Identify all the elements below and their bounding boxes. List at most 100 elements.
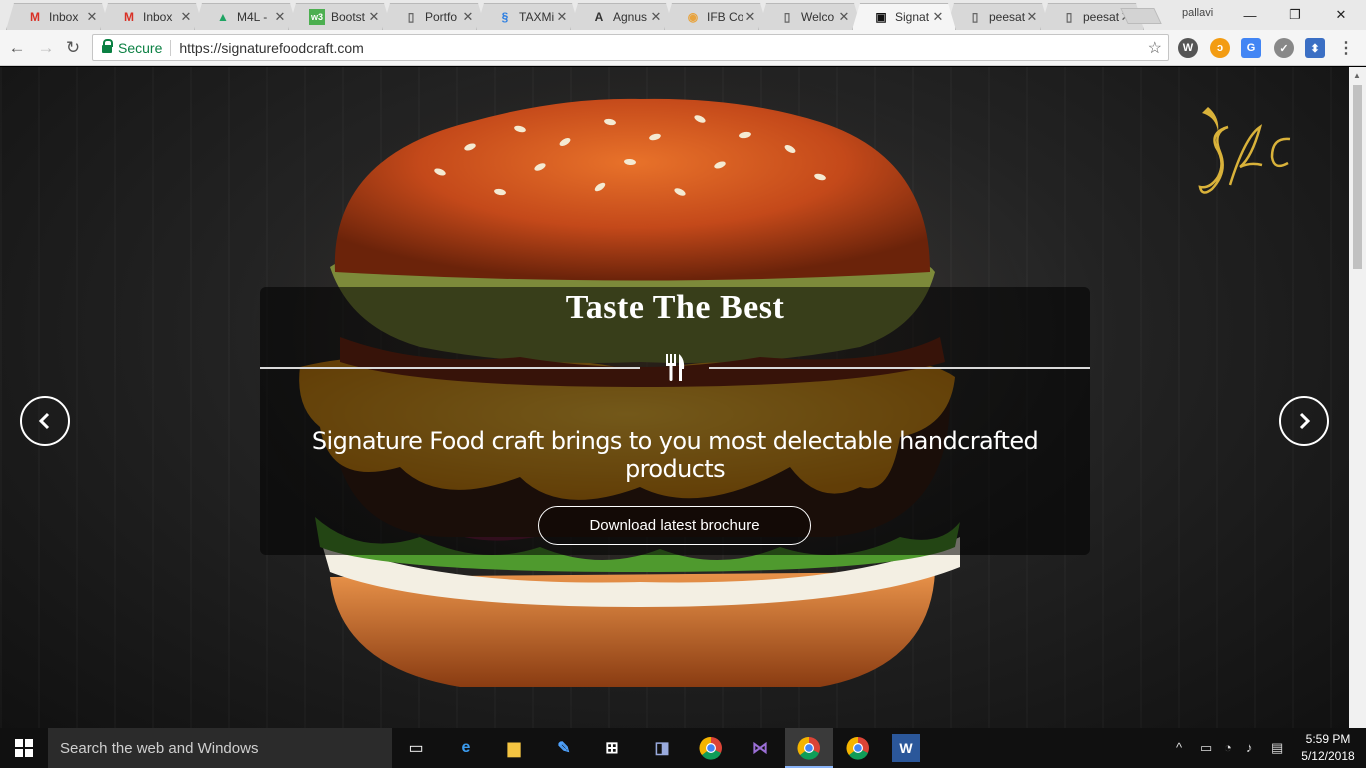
taskbar-search-box[interactable]: Search the web and Windows — [48, 728, 392, 768]
tab-close-icon[interactable]: ✕ — [85, 9, 99, 25]
lock-icon — [102, 39, 113, 53]
bookmark-star-icon[interactable]: ☆ — [1148, 38, 1162, 58]
tray-overflow-icon[interactable]: ^ — [1176, 740, 1182, 755]
carousel-prev-button[interactable] — [20, 396, 70, 446]
download-brochure-button[interactable]: Download latest brochure — [538, 506, 811, 545]
store-icon[interactable]: ⊞ — [598, 734, 626, 762]
windows-logo-icon — [15, 739, 33, 757]
tab-close-icon[interactable]: ✕ — [743, 9, 757, 25]
gmail-icon: M — [30, 10, 40, 24]
back-arrow-icon[interactable]: ← — [6, 37, 28, 59]
document-icon: ▯ — [971, 10, 979, 24]
sfc-logo[interactable] — [1190, 97, 1300, 207]
scrollbar-thumb[interactable] — [1353, 85, 1362, 269]
file-explorer-icon[interactable]: ▆ — [500, 734, 528, 762]
google-drive-icon: ▲ — [217, 10, 229, 24]
address-bar[interactable]: Secure https://signaturefoodcraft.com ☆ — [92, 34, 1169, 61]
gmail-icon: M — [124, 10, 134, 24]
tab-title: Signat — [895, 10, 930, 24]
fork-knife-icon — [666, 354, 685, 381]
tab-close-icon[interactable]: ✕ — [837, 9, 851, 25]
browser-tab[interactable]: M Inbox ✕ — [100, 3, 204, 30]
minimize-icon[interactable]: — — [1230, 4, 1270, 26]
divider-right — [709, 367, 1090, 369]
page-scrollbar[interactable]: ▲ — [1349, 67, 1366, 728]
tab-title: M4L - — [237, 10, 268, 24]
word-icon[interactable]: W — [892, 734, 920, 762]
tab-close-icon[interactable]: ✕ — [1025, 9, 1039, 25]
browser-tab[interactable]: M Inbox ✕ — [6, 3, 110, 30]
chrome-active-taskbar-icon[interactable] — [795, 734, 823, 762]
chrome-second-taskbar-icon[interactable] — [844, 734, 872, 762]
secure-label: Secure — [118, 39, 163, 56]
tab-title: Bootst — [331, 10, 366, 24]
tab-close-icon[interactable]: ✕ — [367, 9, 381, 25]
volume-icon[interactable]: ♪ — [1246, 740, 1253, 755]
tab-title: Inbox — [49, 10, 79, 24]
task-view-icon[interactable]: ▭ — [402, 734, 430, 762]
windows-taskbar: Search the web and Windows ▭ e ▆ ✎ ⊞ ◨ ⋈… — [0, 728, 1366, 768]
hero-title: Taste The Best — [565, 289, 785, 326]
clock-date: 5/12/2018 — [1301, 749, 1355, 763]
url-text[interactable]: https://signaturefoodcraft.com — [179, 40, 363, 56]
reload-icon[interactable]: ↻ — [62, 37, 84, 59]
tab-close-icon[interactable]: ✕ — [461, 9, 475, 25]
document-icon: ▯ — [1065, 10, 1073, 24]
document-icon: ▯ — [783, 10, 791, 24]
browser-tab[interactable]: ▣ Signat ✕ — [852, 3, 956, 30]
browser-tab[interactable]: ▯ Portfo ✕ — [382, 3, 486, 30]
browser-tab[interactable]: § TAXMi ✕ — [476, 3, 580, 30]
window-close-icon[interactable]: ✕ — [1321, 4, 1361, 26]
visual-studio-icon[interactable]: ⋈ — [746, 734, 774, 762]
tab-title: Agnus — [613, 10, 648, 24]
new-tab-button[interactable] — [1120, 8, 1162, 24]
tab-close-icon[interactable]: ✕ — [273, 9, 287, 25]
address-separator — [170, 39, 172, 56]
wifi-icon[interactable]: ◔ — [1224, 740, 1232, 755]
carousel-next-button[interactable] — [1279, 396, 1329, 446]
browser-tab[interactable]: ▯ Welco ✕ — [758, 3, 862, 30]
chrome-menu-icon[interactable]: ⋮ — [1336, 38, 1356, 58]
app-pad-icon[interactable]: ◨ — [648, 734, 676, 762]
browser-tab-strip: M Inbox ✕ M Inbox ✕ ▲ M4L - ✕ w3 Bootst ✕ ▯ Portfo ✕ § T… — [0, 0, 1366, 30]
tab-close-icon[interactable]: ✕ — [931, 9, 945, 25]
sfc-favicon-icon: ▣ — [875, 10, 887, 24]
extension-orange-icon[interactable]: ↄ — [1210, 38, 1230, 58]
tab-title: peesat — [1083, 10, 1119, 24]
edge-browser-icon[interactable]: e — [452, 734, 480, 762]
browser-tab[interactable]: ▯ peesat✕ — [946, 3, 1050, 30]
tab-title: TAXMi — [519, 10, 555, 24]
notification-icon[interactable]: ▤ — [1271, 740, 1283, 756]
system-clock[interactable]: 5:59 PM 5/12/2018 — [1298, 731, 1358, 765]
forward-arrow-icon[interactable]: → — [35, 37, 57, 59]
wordpress-extension-icon[interactable]: W — [1178, 38, 1198, 58]
browser-toolbar: ← → ↻ Secure https://signaturefoodcraft.… — [0, 30, 1366, 66]
maximize-icon[interactable]: ❐ — [1275, 4, 1315, 26]
tab-title: Portfo — [425, 10, 458, 24]
chevron-left-icon — [38, 412, 50, 430]
taxmi-icon: § — [501, 10, 509, 24]
tab-close-icon[interactable]: ✕ — [179, 9, 193, 25]
browser-tab[interactable]: A Agnus ✕ — [570, 3, 674, 30]
clock-time: 5:59 PM — [1305, 732, 1351, 746]
browser-tab[interactable]: ▲ M4L - ✕ — [194, 3, 298, 30]
chrome-taskbar-icon[interactable] — [697, 734, 725, 762]
tab-close-icon[interactable]: ✕ — [555, 9, 569, 25]
tab-close-icon[interactable]: ✕ — [649, 9, 663, 25]
hero-caption: Taste The Best Signature Food craft brin… — [260, 287, 1090, 555]
tab-title: IFB Co — [707, 10, 743, 24]
browser-tab[interactable]: w3 Bootst ✕ — [288, 3, 392, 30]
profile-name[interactable]: pallavi — [1182, 7, 1213, 19]
scroll-up-icon[interactable]: ▲ — [1353, 71, 1361, 80]
browser-tab[interactable]: ◉ IFB Co ✕ — [664, 3, 768, 30]
check-extension-icon[interactable]: ✓ — [1274, 38, 1294, 58]
google-translate-icon[interactable]: G — [1241, 38, 1261, 58]
tab-title: peesat — [989, 10, 1025, 24]
chevron-right-icon — [1299, 412, 1311, 430]
tab-title: Inbox — [143, 10, 173, 24]
battery-icon[interactable]: ▭ — [1200, 740, 1212, 756]
paint-app-icon[interactable]: ✎ — [550, 734, 578, 762]
font-a-icon: A — [594, 10, 604, 24]
windows-start-button[interactable] — [0, 728, 48, 768]
extension-blue-icon[interactable]: ⬍ — [1305, 38, 1325, 58]
